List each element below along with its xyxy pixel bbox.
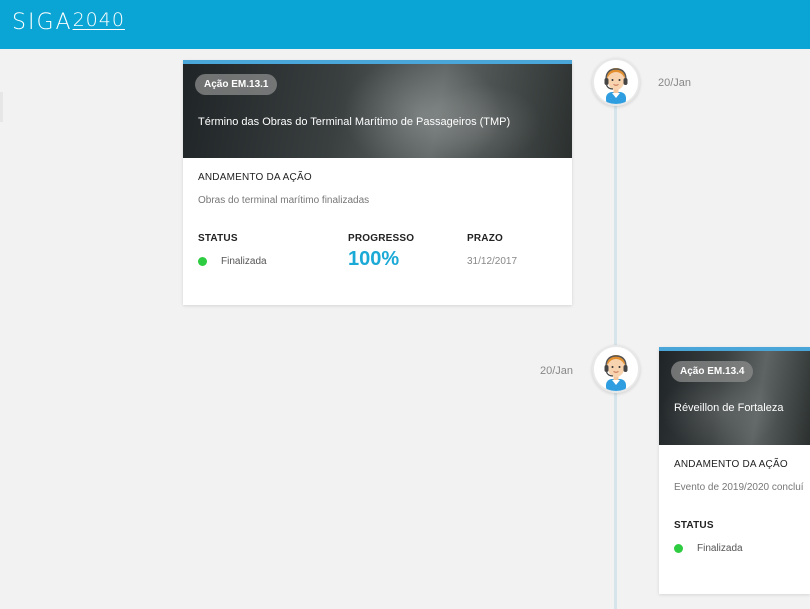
- action-badge: Ação EM.13.1: [195, 74, 278, 95]
- action-card-1[interactable]: Ação EM.13.1 Término das Obras do Termin…: [183, 60, 572, 305]
- timeline-date: 20/Jan: [540, 365, 574, 377]
- status-dot-icon: [674, 544, 683, 553]
- progress-label: PROGRESSO: [348, 233, 415, 244]
- logo-number: 2040: [72, 9, 125, 31]
- action-description: Obras do terminal marítimo finalizadas: [198, 195, 370, 206]
- support-agent-icon: [592, 58, 640, 106]
- deadline-value: 31/12/2017: [467, 256, 518, 267]
- logo-text: SIGA: [12, 10, 73, 35]
- card-body: ANDAMENTO DA AÇÃO Evento de 2019/2020 co…: [659, 459, 810, 594]
- card-body: ANDAMENTO DA AÇÃO Obras do terminal marí…: [183, 172, 572, 305]
- status-value: Finalizada: [697, 543, 743, 554]
- deadline-label: PRAZO: [467, 233, 503, 244]
- action-title: Réveillon de Fortaleza: [674, 402, 784, 414]
- section-title: ANDAMENTO DA AÇÃO: [198, 172, 312, 183]
- status-label: STATUS: [198, 233, 238, 244]
- timeline-line: [614, 60, 617, 609]
- timeline-date: 20/Jan: [658, 77, 692, 89]
- progress-value: 100%: [348, 248, 400, 270]
- action-badge: Ação EM.13.4: [671, 361, 754, 382]
- card-hero-image: Ação EM.13.4 Réveillon de Fortaleza: [659, 351, 810, 445]
- status-dot-icon: [198, 257, 207, 266]
- status-value: Finalizada: [221, 256, 267, 267]
- section-title: ANDAMENTO DA AÇÃO: [674, 459, 788, 470]
- app-logo[interactable]: SIGA2040: [12, 9, 125, 35]
- left-panel-edge: [0, 92, 3, 122]
- support-agent-icon: [592, 345, 640, 393]
- action-card-2[interactable]: Ação EM.13.4 Réveillon de Fortaleza ANDA…: [659, 347, 810, 594]
- status-label: STATUS: [674, 520, 714, 531]
- card-hero-image: Ação EM.13.1 Término das Obras do Termin…: [183, 64, 572, 158]
- action-title: Término das Obras do Terminal Marítimo d…: [198, 116, 511, 128]
- top-bar: SIGA2040: [0, 0, 810, 49]
- action-description: Evento de 2019/2020 concluí: [674, 482, 804, 493]
